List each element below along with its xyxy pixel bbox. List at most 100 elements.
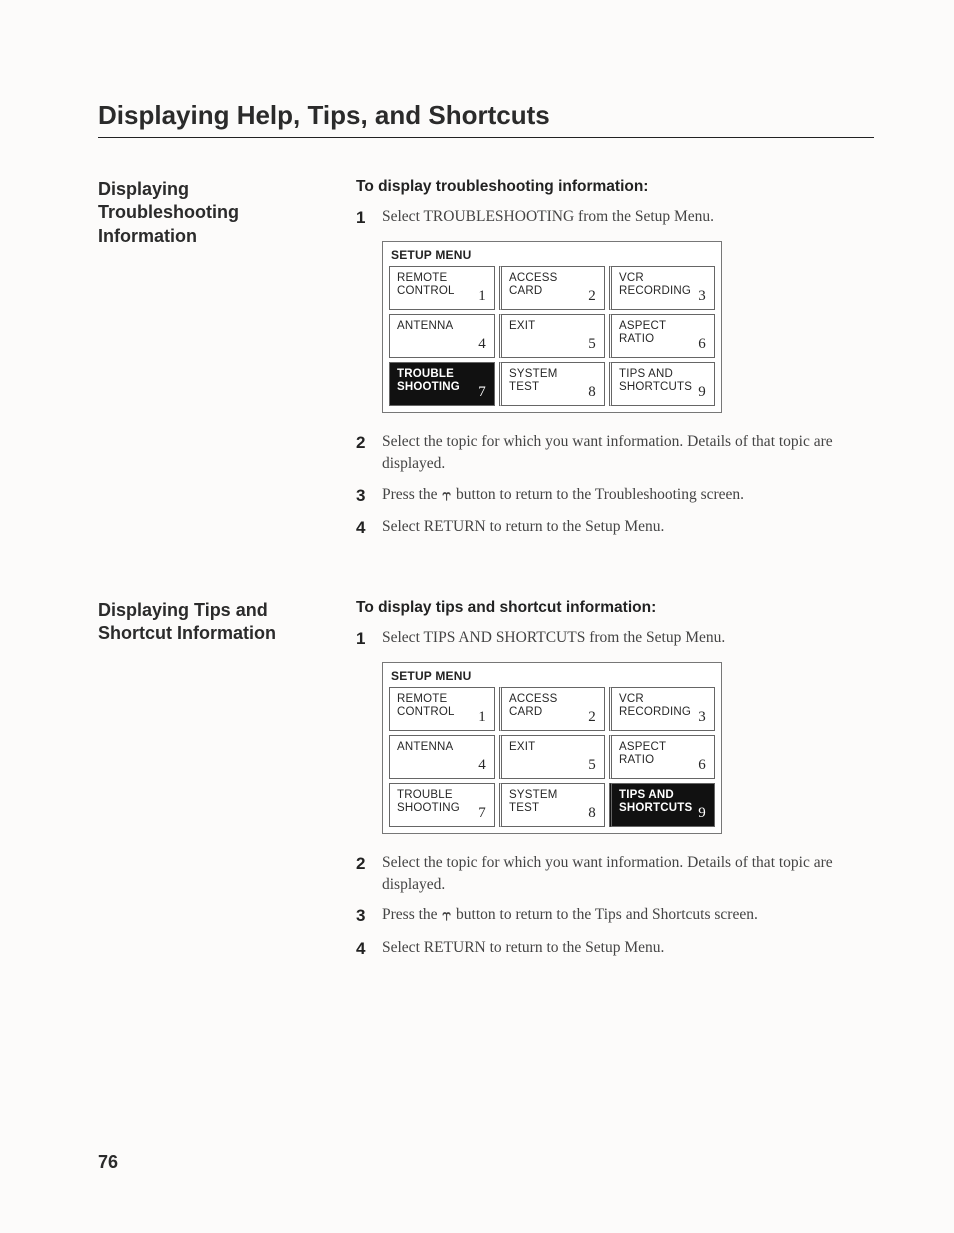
step-number: 4: [356, 937, 382, 962]
menu-cell-number: 8: [588, 383, 596, 401]
menu-cell-number: 9: [698, 804, 706, 822]
menu-cell[interactable]: VCR RECORDING3: [609, 266, 715, 310]
menu-cell-label: ANTENNA: [397, 320, 487, 334]
menu-cell[interactable]: REMOTE CONTROL1: [389, 266, 495, 310]
menu-cell[interactable]: SYSTEM TEST8: [499, 783, 605, 827]
menu-cell-number: 5: [588, 756, 596, 774]
left-column: Displaying Tips and Shortcut Information: [98, 599, 356, 970]
step-text-part: Press the: [382, 906, 441, 923]
menu-cell[interactable]: ASPECT RATIO6: [609, 735, 715, 779]
setup-menu-grid: REMOTE CONTROL1ACCESS CARD2VCR RECORDING…: [389, 266, 715, 406]
step-text-part: button to return to the Troubleshooting …: [452, 486, 744, 503]
step-text: Select TROUBLESHOOTING from the Setup Me…: [382, 206, 874, 228]
setup-menu-panel: SETUP MENU REMOTE CONTROL1ACCESS CARD2VC…: [382, 662, 722, 834]
step-list: 1 Select TIPS AND SHORTCUTS from the Set…: [356, 627, 874, 652]
step-text: Press the ⥾ button to return to the Trou…: [382, 484, 874, 506]
menu-cell-number: 1: [478, 708, 486, 726]
menu-cell-number: 3: [698, 287, 706, 305]
menu-cell-number: 5: [588, 335, 596, 353]
step-text: Select the topic for which you want info…: [382, 431, 874, 476]
menu-cell-label: SYSTEM TEST: [509, 789, 597, 817]
menu-cell[interactable]: ANTENNA4: [389, 735, 495, 779]
step-number: 2: [356, 431, 382, 456]
section-tips-shortcuts: Displaying Tips and Shortcut Information…: [98, 599, 874, 970]
step-number: 1: [356, 206, 382, 231]
right-column: To display troubleshooting information: …: [356, 178, 874, 549]
menu-cell-number: 4: [478, 756, 486, 774]
setup-menu-panel: SETUP MENU REMOTE CONTROL1ACCESS CARD2VC…: [382, 241, 722, 413]
menu-cell-label: EXIT: [509, 741, 597, 755]
menu-cell-label: VCR RECORDING: [619, 693, 707, 721]
menu-cell-label: ANTENNA: [397, 741, 487, 755]
menu-cell-label: VCR RECORDING: [619, 272, 707, 300]
step-number: 1: [356, 627, 382, 652]
menu-cell-label: TROUBLE SHOOTING: [397, 368, 487, 396]
menu-cell-number: 1: [478, 287, 486, 305]
step-text-part: Press the: [382, 486, 441, 503]
menu-cell-label: ASPECT RATIO: [619, 741, 707, 769]
menu-cell[interactable]: EXIT5: [499, 314, 605, 358]
menu-cell[interactable]: EXIT5: [499, 735, 605, 779]
menu-cell-number: 6: [698, 335, 706, 353]
menu-cell-number: 7: [478, 804, 486, 822]
menu-cell[interactable]: ANTENNA4: [389, 314, 495, 358]
menu-cell-number: 7: [478, 383, 486, 401]
menu-cell[interactable]: TROUBLE SHOOTING7: [389, 362, 495, 406]
step-item: 4 Select RETURN to return to the Setup M…: [356, 937, 874, 962]
step-item: 2 Select the topic for which you want in…: [356, 431, 874, 476]
step-number: 3: [356, 904, 382, 929]
step-text: Select RETURN to return to the Setup Men…: [382, 937, 874, 959]
menu-cell-label: ASPECT RATIO: [619, 320, 707, 348]
menu-cell-label: TIPS AND SHORTCUTS: [619, 368, 707, 396]
menu-cell[interactable]: TIPS AND SHORTCUTS9: [609, 783, 715, 827]
menu-cell-number: 8: [588, 804, 596, 822]
menu-cell-number: 2: [588, 287, 596, 305]
menu-cell[interactable]: SYSTEM TEST8: [499, 362, 605, 406]
instruction-heading: To display troubleshooting information:: [356, 178, 874, 196]
menu-cell-number: 9: [698, 383, 706, 401]
menu-cell[interactable]: REMOTE CONTROL1: [389, 687, 495, 731]
menu-cell-label: EXIT: [509, 320, 597, 334]
page-number: 76: [98, 1152, 118, 1173]
menu-cell[interactable]: ASPECT RATIO6: [609, 314, 715, 358]
menu-cell-number: 2: [588, 708, 596, 726]
menu-cell[interactable]: ACCESS CARD2: [499, 687, 605, 731]
step-item: 1 Select TIPS AND SHORTCUTS from the Set…: [356, 627, 874, 652]
menu-cell-label: TROUBLE SHOOTING: [397, 789, 487, 817]
menu-cell-label: SYSTEM TEST: [509, 368, 597, 396]
step-list: 2 Select the topic for which you want in…: [356, 431, 874, 541]
section-heading: Displaying Troubleshooting Information: [98, 178, 332, 248]
step-text-part: button to return to the Tips and Shortcu…: [452, 906, 758, 923]
setup-menu-grid: REMOTE CONTROL1ACCESS CARD2VCR RECORDING…: [389, 687, 715, 827]
step-text: Select RETURN to return to the Setup Men…: [382, 516, 874, 538]
step-item: 4 Select RETURN to return to the Setup M…: [356, 516, 874, 541]
menu-cell-label: ACCESS CARD: [509, 693, 597, 721]
step-number: 3: [356, 484, 382, 509]
left-column: Displaying Troubleshooting Information: [98, 178, 356, 549]
menu-cell-label: REMOTE CONTROL: [397, 272, 487, 300]
enter-icon: ⥾: [441, 485, 452, 507]
step-item: 1 Select TROUBLESHOOTING from the Setup …: [356, 206, 874, 231]
menu-cell[interactable]: TIPS AND SHORTCUTS9: [609, 362, 715, 406]
step-list: 2 Select the topic for which you want in…: [356, 852, 874, 962]
setup-menu-title: SETUP MENU: [389, 246, 715, 266]
section-troubleshooting: Displaying Troubleshooting Information T…: [98, 178, 874, 549]
step-list: 1 Select TROUBLESHOOTING from the Setup …: [356, 206, 874, 231]
menu-cell[interactable]: VCR RECORDING3: [609, 687, 715, 731]
step-text: Select the topic for which you want info…: [382, 852, 874, 897]
menu-cell-number: 3: [698, 708, 706, 726]
step-number: 2: [356, 852, 382, 877]
step-item: 3 Press the ⥾ button to return to the Tr…: [356, 484, 874, 509]
step-text: Press the ⥾ button to return to the Tips…: [382, 904, 874, 926]
step-item: 2 Select the topic for which you want in…: [356, 852, 874, 897]
step-number: 4: [356, 516, 382, 541]
menu-cell[interactable]: TROUBLE SHOOTING7: [389, 783, 495, 827]
menu-cell[interactable]: ACCESS CARD2: [499, 266, 605, 310]
step-text: Select TIPS AND SHORTCUTS from the Setup…: [382, 627, 874, 649]
enter-icon: ⥾: [441, 905, 452, 927]
step-item: 3 Press the ⥾ button to return to the Ti…: [356, 904, 874, 929]
right-column: To display tips and shortcut information…: [356, 599, 874, 970]
menu-cell-label: REMOTE CONTROL: [397, 693, 487, 721]
section-heading: Displaying Tips and Shortcut Information: [98, 599, 332, 646]
setup-menu-title: SETUP MENU: [389, 667, 715, 687]
